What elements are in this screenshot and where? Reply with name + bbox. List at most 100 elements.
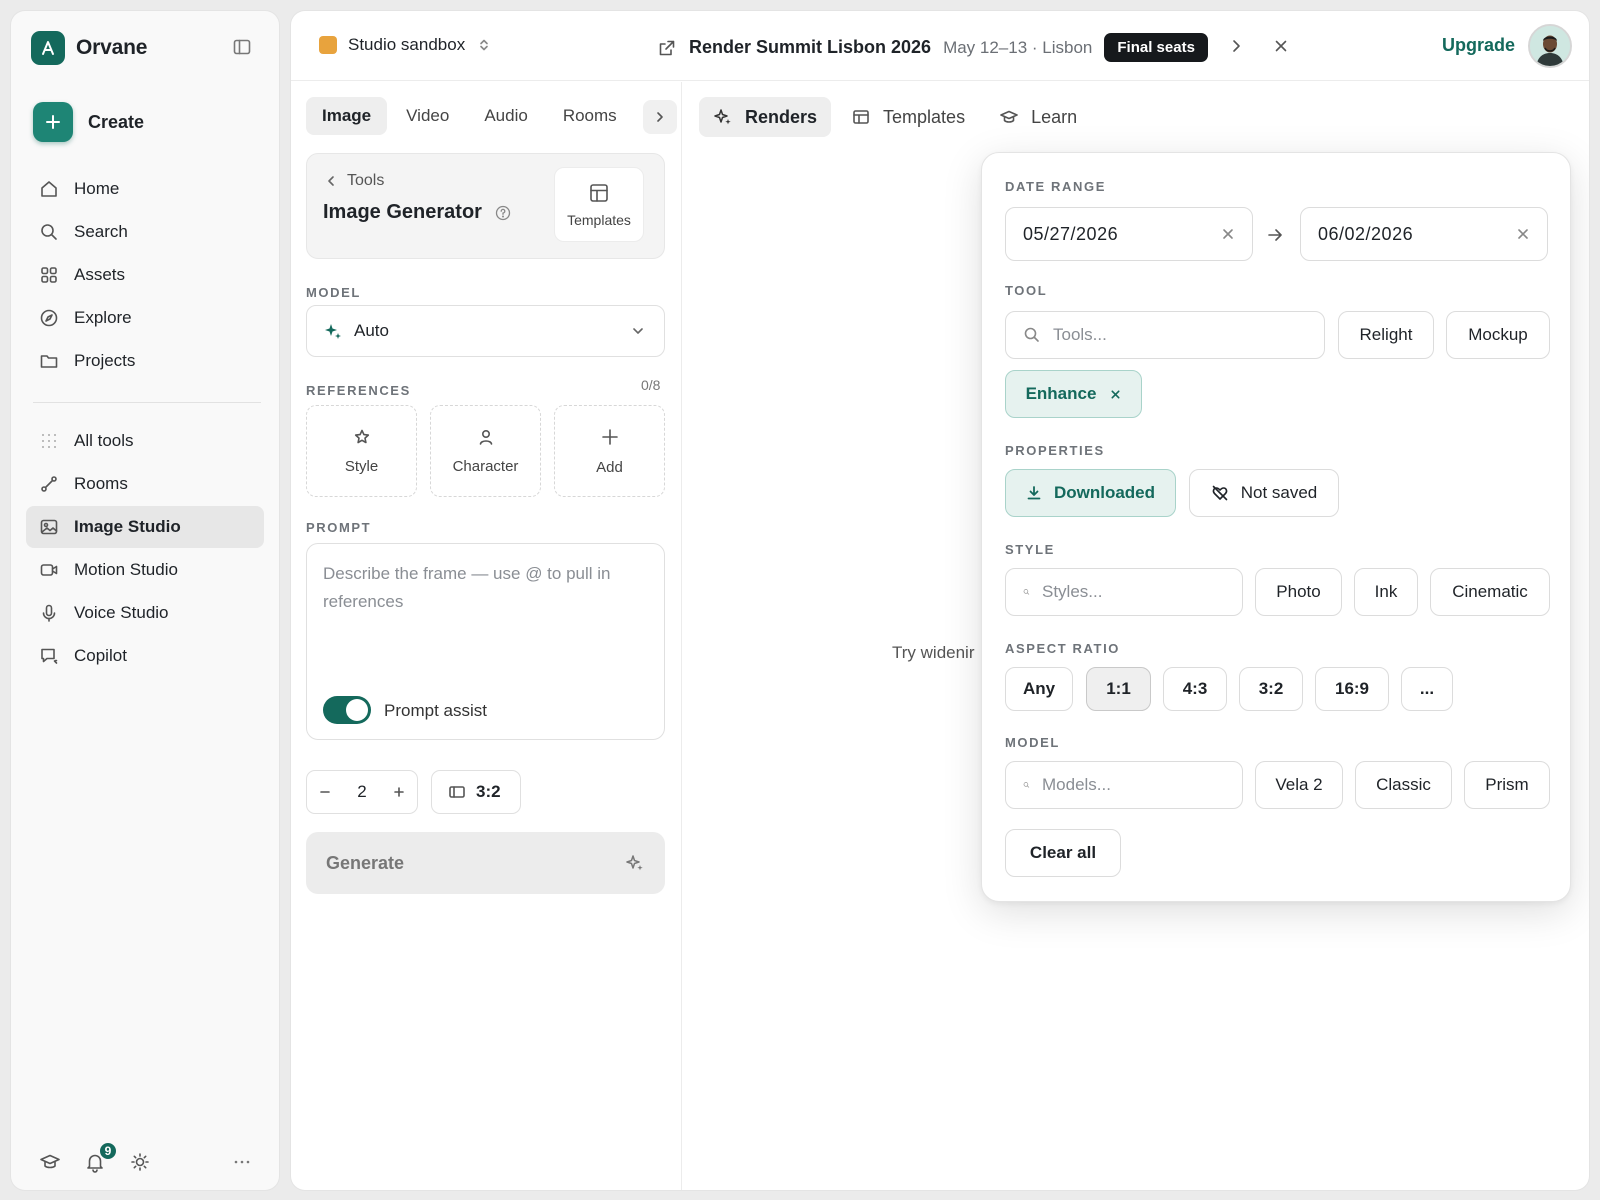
model-chip-vela-2[interactable]: Vela 2	[1255, 761, 1343, 809]
tabs-scroll-right-button[interactable]	[643, 100, 677, 134]
mic-icon	[42, 604, 56, 622]
tab-video[interactable]: Video	[390, 97, 465, 135]
style-search-input[interactable]	[1042, 582, 1242, 602]
clear-icon[interactable]	[1516, 227, 1530, 241]
workspace-name: Studio sandbox	[348, 35, 466, 54]
sidebar-item-home[interactable]: Home	[26, 168, 264, 210]
remove-icon[interactable]	[1110, 389, 1121, 400]
sidebar: Orvane Create Home Search Assets Explore…	[11, 11, 279, 1190]
templates-label: Templates	[567, 211, 631, 228]
reference-style-button[interactable]: Style	[306, 405, 417, 497]
layout-icon	[590, 183, 608, 202]
sidebar-item-image-studio[interactable]: Image Studio	[26, 506, 264, 548]
home-icon	[41, 181, 57, 197]
model-search-input[interactable]	[1042, 775, 1242, 795]
sidebar-item-projects[interactable]: Projects	[26, 340, 264, 382]
reference-character-button[interactable]: Character	[430, 405, 541, 497]
sidebar-item-search[interactable]: Search	[26, 211, 264, 253]
aspect-chip-16-9[interactable]: 16:9	[1315, 667, 1389, 711]
model-select[interactable]: Auto	[306, 305, 665, 357]
reference-add-button[interactable]: Add	[554, 405, 665, 497]
sun-icon[interactable]	[129, 1151, 151, 1173]
user-avatar-icon	[1530, 26, 1570, 66]
sidebar-item-copilot[interactable]: Copilot	[26, 635, 264, 677]
style-chip-ink[interactable]: Ink	[1354, 568, 1418, 616]
aspect-chip-more[interactable]: ...	[1401, 667, 1453, 711]
help-icon[interactable]	[495, 205, 511, 221]
video-icon	[40, 564, 58, 576]
aspect-ratio-filter-label: ASPECT RATIO	[1005, 641, 1121, 656]
tab-learn[interactable]: Learn	[985, 97, 1091, 137]
increment-button[interactable]	[381, 771, 417, 813]
tab-renders[interactable]: Renders	[699, 97, 832, 137]
tool-search-input[interactable]	[1053, 325, 1253, 345]
sidebar-item-explore[interactable]: Explore	[26, 297, 264, 339]
prompt-section-label: PROMPT	[306, 520, 372, 535]
sidebar-item-motion-studio[interactable]: Motion Studio	[26, 549, 264, 591]
tool-search-field	[1005, 311, 1325, 359]
brand[interactable]: Orvane	[31, 31, 147, 65]
chip-label: Enhance	[1025, 384, 1097, 403]
plus-icon	[394, 787, 404, 797]
tool-chip-enhance-selected[interactable]: Enhance	[1005, 370, 1142, 418]
aspect-chip-4-3[interactable]: 4:3	[1163, 667, 1227, 711]
chevron-right-icon[interactable]	[1228, 38, 1244, 54]
upgrade-link[interactable]: Upgrade	[1442, 35, 1515, 56]
tab-audio[interactable]: Audio	[468, 97, 543, 135]
model-section-label: MODEL	[306, 285, 361, 300]
prompt-input[interactable]	[323, 560, 649, 680]
external-link-icon[interactable]	[657, 38, 677, 58]
event-title[interactable]: Render Summit Lisbon 2026	[689, 37, 931, 58]
style-chip-photo[interactable]: Photo	[1255, 568, 1342, 616]
tool-chip-relight[interactable]: Relight	[1338, 311, 1434, 359]
prompt-assist-toggle[interactable]	[323, 696, 371, 724]
back-to-tools-link[interactable]: Tools	[325, 172, 384, 190]
style-search-field	[1005, 568, 1243, 616]
tool-header-card: Tools Image Generator Templates	[306, 153, 665, 259]
close-icon[interactable]	[1273, 38, 1289, 54]
aspect-chip-any[interactable]: Any	[1005, 667, 1073, 711]
workspace-switcher[interactable]: Studio sandbox	[319, 35, 491, 55]
clear-icon[interactable]	[1221, 227, 1235, 241]
tab-templates[interactable]: Templates	[837, 97, 979, 137]
clear-all-button[interactable]: Clear all	[1005, 829, 1121, 877]
graduation-cap-icon[interactable]	[39, 1151, 61, 1173]
avatar[interactable]	[1528, 24, 1572, 68]
model-value: Auto	[354, 321, 389, 340]
templates-button[interactable]: Templates	[554, 167, 644, 242]
tab-label: Learn	[1031, 106, 1078, 127]
event-banner: Render Summit Lisbon 2026 May 12–13 · Li…	[657, 33, 1208, 62]
decrement-button[interactable]	[307, 771, 343, 813]
aspect-chip-3-2[interactable]: 3:2	[1239, 667, 1303, 711]
property-chip-not-saved[interactable]: Not saved	[1189, 469, 1339, 517]
dots-grid-icon	[42, 434, 56, 448]
sidebar-item-assets[interactable]: Assets	[26, 254, 264, 296]
star-icon	[354, 429, 369, 443]
style-chip-cinematic[interactable]: Cinematic	[1430, 568, 1550, 616]
sidebar-toggle-icon[interactable]	[232, 37, 252, 57]
tab-image[interactable]: Image	[306, 97, 388, 135]
tab-rooms[interactable]: Rooms	[547, 97, 633, 135]
create-button[interactable]: Create	[33, 102, 144, 142]
sidebar-item-rooms[interactable]: Rooms	[26, 463, 264, 505]
aspect-ratio-button[interactable]: 3:2	[431, 770, 521, 814]
arrow-right-icon	[1268, 229, 1282, 241]
workspace-color-icon	[319, 36, 337, 54]
sparkle-icon	[325, 324, 341, 339]
date-range-label: DATE RANGE	[1005, 179, 1106, 194]
property-chip-downloaded[interactable]: Downloaded	[1005, 469, 1176, 517]
minus-icon	[320, 791, 330, 793]
date-to-field[interactable]: 06/02/2026	[1300, 207, 1548, 261]
model-chip-classic[interactable]: Classic	[1355, 761, 1452, 809]
generate-button[interactable]: Generate	[306, 832, 665, 894]
more-icon[interactable]	[231, 1151, 253, 1173]
tab-label: Renders	[745, 106, 818, 127]
tool-chip-mockup[interactable]: Mockup	[1446, 311, 1550, 359]
model-chip-prism[interactable]: Prism	[1464, 761, 1550, 809]
tool-title: Image Generator	[323, 201, 482, 223]
date-from-field[interactable]: 05/27/2026	[1005, 207, 1253, 261]
sidebar-item-all-tools[interactable]: All tools	[26, 420, 264, 462]
sidebar-item-voice-studio[interactable]: Voice Studio	[26, 592, 264, 634]
sidebar-item-label: Home	[74, 179, 120, 198]
aspect-chip-1-1-selected[interactable]: 1:1	[1086, 667, 1151, 711]
